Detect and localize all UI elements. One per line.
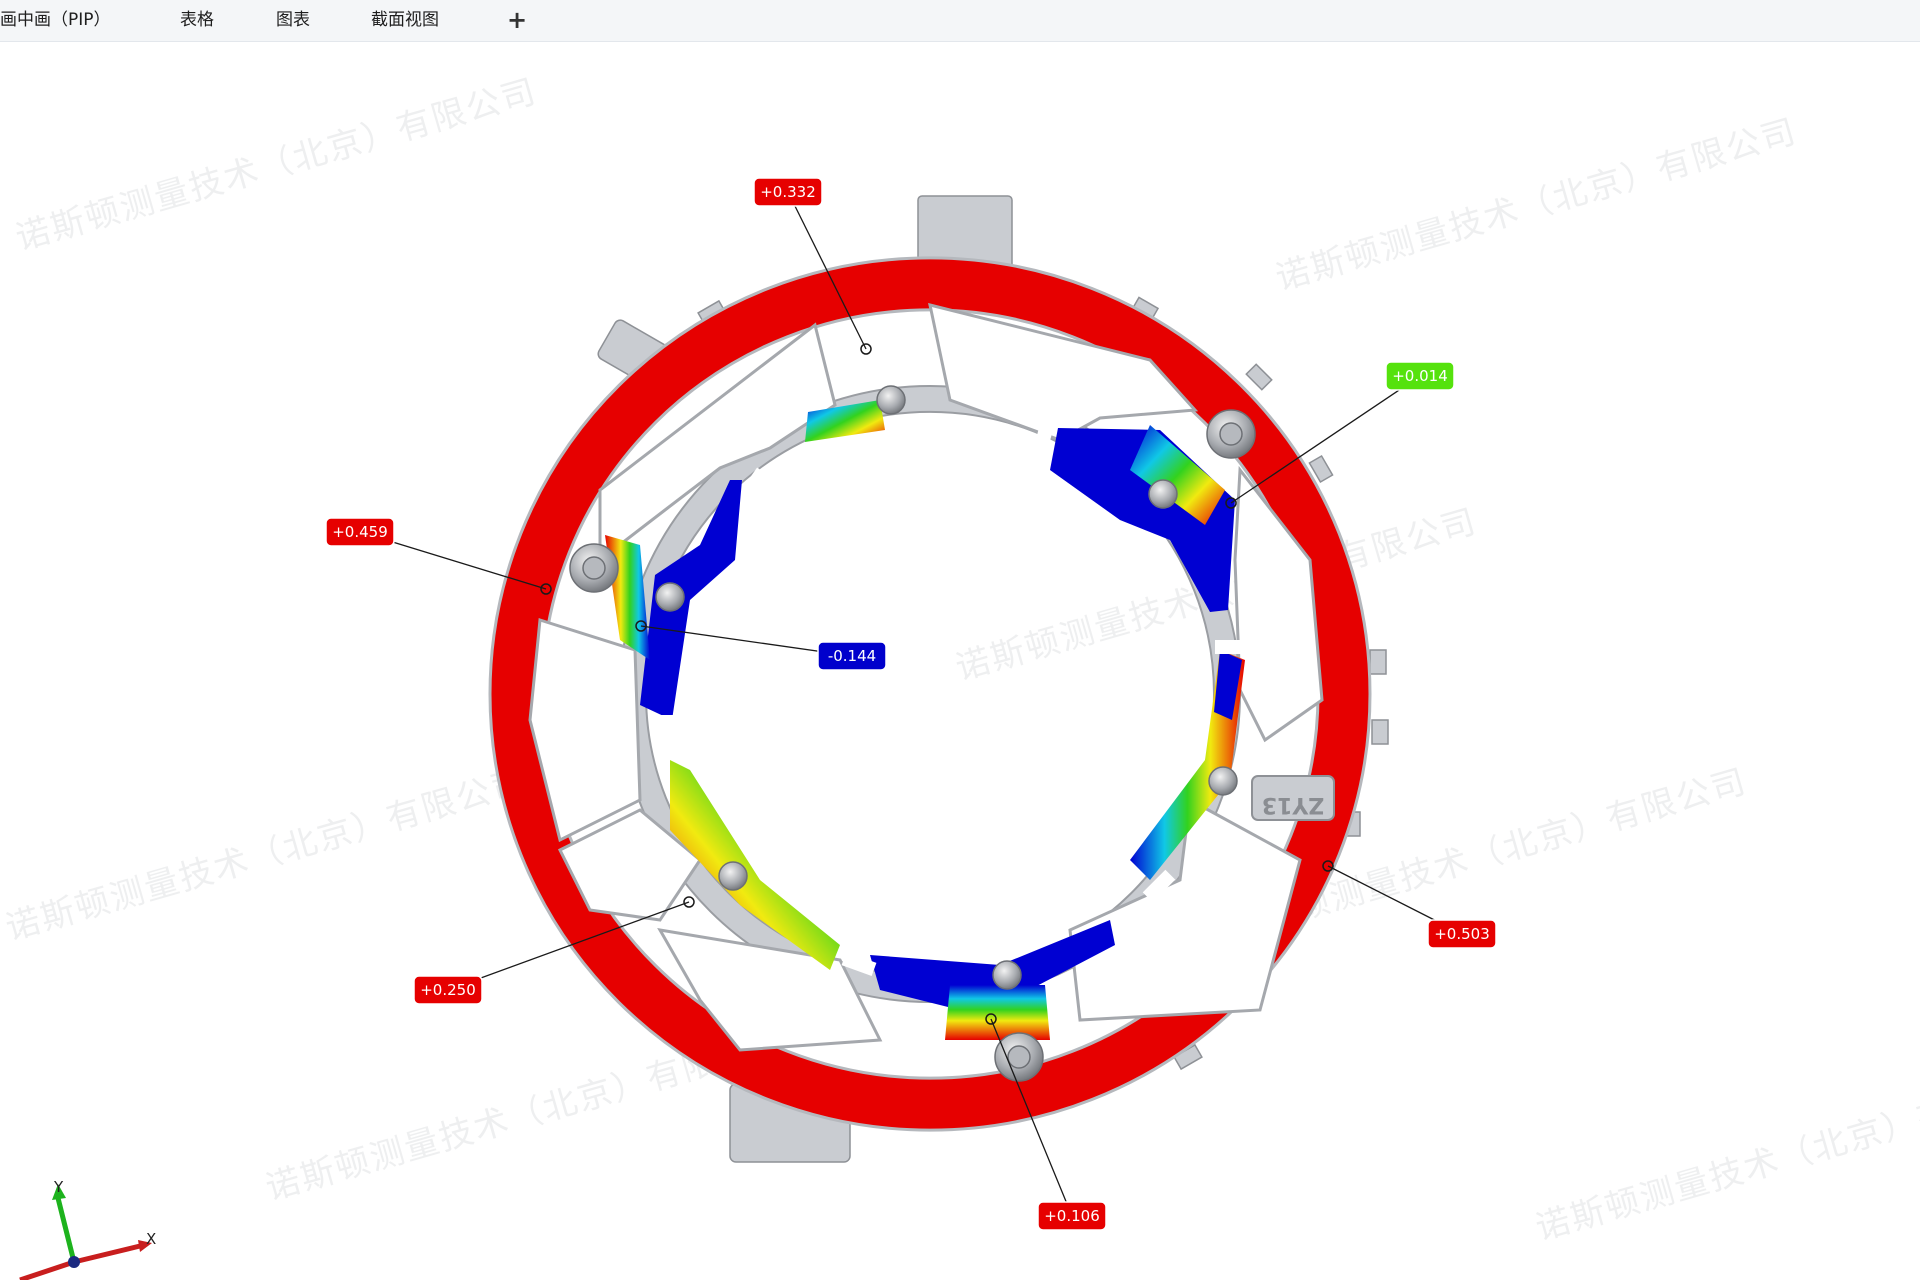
- tab-chart[interactable]: 图表: [276, 0, 310, 41]
- tab-table[interactable]: 表格: [180, 0, 214, 41]
- 3d-viewport[interactable]: 诺斯顿测量技术（北京）有限公司 诺斯顿测量技术（北京）有限公司 诺斯顿测量技术（…: [0, 42, 1920, 1280]
- watermark-text: 诺斯顿测量技术（北京）有限公司: [1, 761, 531, 948]
- tab-pip[interactable]: 画中画（PIP）: [0, 0, 111, 41]
- axis-triad: Y X: [19, 1178, 156, 1280]
- y-axis-label: Y: [53, 1178, 64, 1196]
- callout-value: +0.459: [332, 523, 388, 541]
- x-axis-line: [73, 1243, 141, 1265]
- callout-value: +0.014: [1392, 367, 1448, 385]
- tab-bar: 画中画（PIP） 表格 图表 截面视图 +: [0, 0, 1920, 42]
- axis-origin: [68, 1256, 80, 1268]
- z-axis-line: [19, 1259, 75, 1280]
- tab-section-view[interactable]: 截面视图: [371, 0, 439, 41]
- callout-value: +0.106: [1044, 1207, 1100, 1225]
- x-axis-label: X: [146, 1230, 156, 1248]
- viewport-canvas: 诺斯顿测量技术（北京）有限公司 诺斯顿测量技术（北京）有限公司 诺斯顿测量技术（…: [1, 71, 1920, 1280]
- y-axis-line: [55, 1197, 77, 1263]
- callout-value: +0.503: [1434, 925, 1490, 943]
- part-marking-text: ZY13: [1262, 792, 1325, 817]
- watermark-text: 诺斯顿测量技术（北京）有限公司: [1271, 111, 1801, 298]
- callout-value: +0.332: [760, 183, 816, 201]
- callout-value: +0.250: [420, 981, 476, 999]
- part-marking: ZY13: [1251, 775, 1335, 821]
- callout-value: -0.144: [828, 647, 876, 665]
- watermark-text: 诺斯顿测量技术（北京）有限公司: [11, 71, 541, 258]
- part-model: ZY13: [488, 195, 1389, 1163]
- watermark-text: 诺斯顿测量技术（北京）有限公司: [1531, 1061, 1920, 1248]
- add-tab-button[interactable]: +: [507, 0, 527, 41]
